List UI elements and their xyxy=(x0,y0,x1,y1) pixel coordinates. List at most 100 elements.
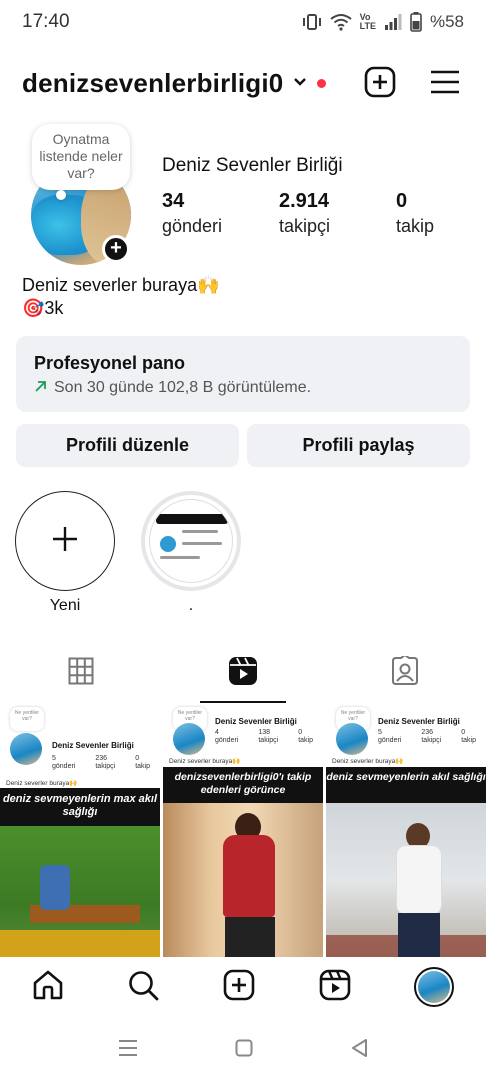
mini-bio: Deniz severler buraya🙌 xyxy=(169,758,241,765)
mini-stat-value: 0 xyxy=(461,729,466,736)
edit-profile-button[interactable]: Profili düzenle xyxy=(16,424,239,467)
grid-post[interactable]: Ne yerdiler var? Deniz Sevenler Birliği … xyxy=(326,705,486,957)
stat-label: takip xyxy=(396,216,435,236)
profile-header: denizsevenlerbirligi0 xyxy=(0,58,486,108)
wifi-icon xyxy=(330,13,352,31)
mini-stat-label: gönderi xyxy=(52,763,76,770)
professional-dashboard-card[interactable]: Profesyonel pano Son 30 günde 102,8 B gö… xyxy=(16,336,470,412)
menu-icon[interactable] xyxy=(430,69,460,100)
bottom-navigation xyxy=(0,957,486,1017)
mini-avatar xyxy=(336,723,368,755)
stat-value: 0 xyxy=(396,190,408,212)
mini-note: Ne yerdiler var? xyxy=(10,707,44,731)
tab-posts[interactable] xyxy=(0,643,162,703)
post-caption: denizsevenlerbirligi0'ı takip edenleri g… xyxy=(163,767,323,803)
highlight-circle xyxy=(15,491,115,591)
stat-following[interactable]: 0 takip xyxy=(396,189,476,239)
mini-stat-value: 0 xyxy=(135,755,140,762)
stat-value: 2.914 xyxy=(279,190,330,212)
status-time: 17:40 xyxy=(22,11,70,32)
highlight-item[interactable]: . xyxy=(140,491,242,615)
chevron-down-icon[interactable] xyxy=(293,74,307,92)
tab-reels[interactable] xyxy=(162,643,324,703)
plus-icon xyxy=(51,525,79,558)
add-post-icon[interactable] xyxy=(364,66,396,103)
system-navigation xyxy=(0,1020,486,1080)
mini-stat-value: 5 xyxy=(378,729,382,736)
create-icon[interactable] xyxy=(223,969,255,1006)
search-icon[interactable] xyxy=(127,969,159,1006)
mini-stat-value: 0 xyxy=(298,729,303,736)
profile-avatar[interactable] xyxy=(414,967,455,1007)
grid-post[interactable]: Ne yerdiler var? Deniz Sevenler Birliği … xyxy=(163,705,323,957)
note-bubble-tail xyxy=(56,190,66,200)
tab-tagged[interactable] xyxy=(324,643,486,703)
mini-stat-value: 5 xyxy=(52,755,56,762)
vibrate-icon xyxy=(302,13,322,31)
battery-percent: %58 xyxy=(429,12,464,31)
grid-icon xyxy=(68,657,94,690)
mini-name: Deniz Sevenler Birliği xyxy=(378,717,460,726)
mini-stats: 5 gönderi 236 takipçi 0 takip xyxy=(52,755,150,771)
pro-dashboard-subtitle: Son 30 günde 102,8 B görüntüleme. xyxy=(34,378,452,398)
pro-dashboard-title: Profesyonel pano xyxy=(34,353,186,373)
stat-followers[interactable]: 2.914 takipçi xyxy=(279,189,396,239)
battery-icon xyxy=(410,12,422,32)
highlight-cover xyxy=(149,499,233,583)
tagged-icon xyxy=(390,653,420,691)
mini-stat-label: takip xyxy=(135,763,150,770)
profile-stats: 34 gönderi 2.914 takipçi 0 takip xyxy=(162,189,476,239)
home-button-icon[interactable] xyxy=(235,1039,253,1062)
back-icon[interactable] xyxy=(350,1038,368,1063)
highlight-circle xyxy=(141,491,241,591)
stat-posts[interactable]: 34 gönderi xyxy=(162,189,279,239)
stat-value: 34 xyxy=(162,190,185,212)
mini-bio: Deniz severler buraya🙌 xyxy=(332,758,404,765)
volte-icon: Vo LTE xyxy=(359,12,376,31)
trend-up-icon xyxy=(34,378,47,398)
bio-line: 🎯3k xyxy=(22,298,64,318)
reels-icon[interactable] xyxy=(319,969,351,1006)
mini-name: Deniz Sevenler Birliği xyxy=(215,717,297,726)
post-caption: deniz sevmeyenlerin akıl sağlığı xyxy=(326,767,486,803)
mini-stat-label: takipçi xyxy=(421,737,442,744)
recents-icon[interactable] xyxy=(118,1039,138,1062)
share-profile-button[interactable]: Profili paylaş xyxy=(247,424,470,467)
mini-bio: Deniz severler buraya🙌 xyxy=(6,780,78,787)
signal-icon xyxy=(384,14,402,30)
highlight-label: Yeni xyxy=(49,597,81,614)
reels-grid: Ne yerdiler var? Deniz Sevenler Birliği … xyxy=(0,705,486,957)
stat-label: gönderi xyxy=(162,216,223,236)
mini-avatar xyxy=(173,723,205,755)
highlight-label: . xyxy=(188,597,194,614)
mini-stat-label: gönderi xyxy=(378,737,402,744)
mini-stat-value: 236 xyxy=(95,755,108,762)
mini-stat-label: takip xyxy=(298,737,313,744)
post-caption: deniz sevmeyenlerin max akıl sağlığı xyxy=(0,788,160,826)
mini-stat-label: takipçi xyxy=(95,763,116,770)
mini-stat-label: takipçi xyxy=(258,737,279,744)
profile-bio: Deniz severler buraya🙌 🎯3k xyxy=(22,274,220,320)
notification-dot xyxy=(317,78,327,88)
note-bubble[interactable]: Oynatma listende neler var? xyxy=(32,124,130,190)
mini-name: Deniz Sevenler Birliği xyxy=(52,741,134,750)
highlight-new[interactable]: Yeni xyxy=(14,491,116,615)
pro-dashboard-views: Son 30 günde 102,8 B görüntüleme. xyxy=(54,379,312,396)
mini-stat-label: gönderi xyxy=(215,737,239,744)
mini-stats: 4 gönderi 138 takipçi 0 takip xyxy=(215,729,313,745)
mini-stat-value: 4 xyxy=(215,729,219,736)
mini-stat-value: 236 xyxy=(421,729,434,736)
username[interactable]: denizsevenlerbirligi0 xyxy=(22,68,283,99)
mini-stats: 5 gönderi 236 takipçi 0 takip xyxy=(378,729,476,745)
reels-icon xyxy=(228,656,258,691)
mini-avatar xyxy=(10,733,42,765)
stat-label: takipçi xyxy=(279,216,331,236)
grid-post[interactable]: Ne yerdiler var? Deniz Sevenler Birliği … xyxy=(0,705,160,957)
home-icon[interactable] xyxy=(32,969,64,1006)
bio-line: Deniz severler buraya🙌 xyxy=(22,275,220,295)
add-story-icon[interactable]: + xyxy=(102,235,130,263)
mini-stat-label: takip xyxy=(461,737,476,744)
status-icons: Vo LTE %58 xyxy=(302,12,464,32)
profile-full-name: Deniz Sevenler Birliği xyxy=(162,155,343,176)
mini-stat-value: 138 xyxy=(258,729,271,736)
